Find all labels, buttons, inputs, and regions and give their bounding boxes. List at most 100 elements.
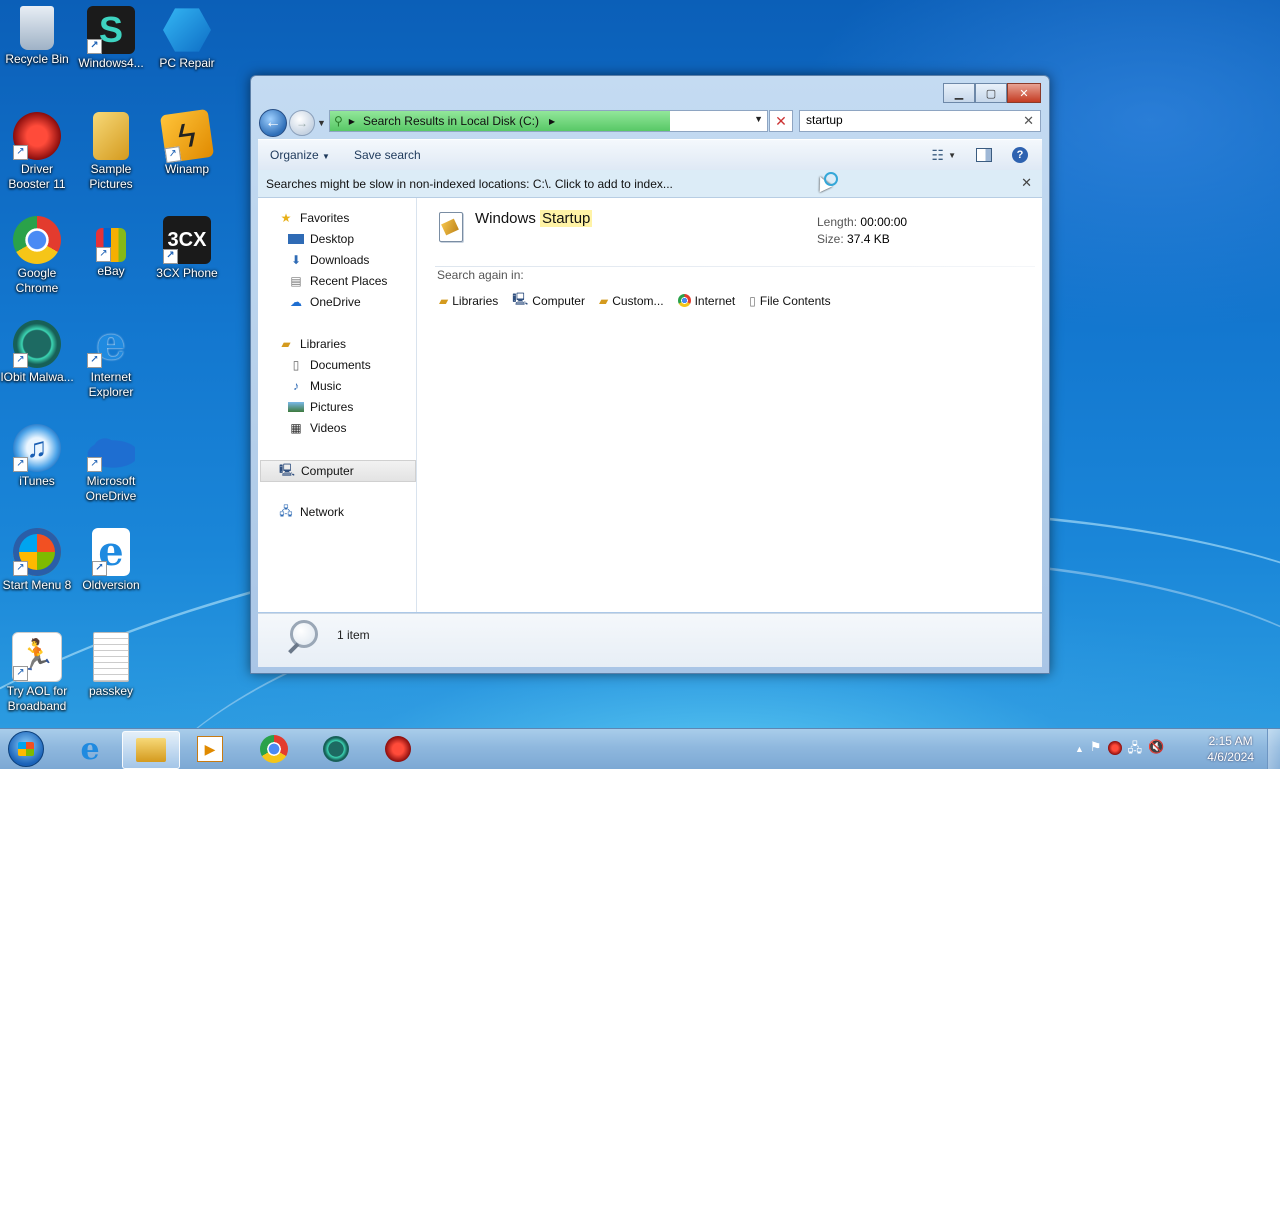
address-bar[interactable]: ⚲ ▶ Search Results in Local Disk (C:) ▶ … <box>329 110 768 132</box>
desktop-icon-winamp[interactable]: ϟ ↗ Winamp <box>150 108 224 177</box>
recycle-bin-icon <box>20 6 54 50</box>
desktop-icon-itunes[interactable]: ♫ ↗ iTunes <box>0 424 74 489</box>
arrow-right-icon: → <box>296 116 308 130</box>
desktop-icon-pc-repair[interactable]: PC Repair <box>150 6 224 71</box>
libraries-icon: ▰ <box>281 337 291 351</box>
breadcrumb-search-results[interactable]: Search Results in Local Disk (C:) <box>363 114 539 128</box>
desktop-icon-ebay[interactable]: ↗ eBay <box>74 216 148 279</box>
search-box[interactable]: ✕ <box>799 110 1041 132</box>
search-input[interactable] <box>800 111 1012 129</box>
nav-pictures[interactable]: Pictures <box>288 397 353 417</box>
taskbar: e ▶ ▲ ⚑ 🖧 🔇 2:15 AM 4/6/2024 <box>0 728 1280 769</box>
desktop-icon-onedrive[interactable]: ↗ Microsoft OneDrive <box>74 424 148 504</box>
nav-documents[interactable]: ▯ Documents <box>288 355 371 375</box>
item-count: 1 item <box>337 628 370 642</box>
stop-icon: ✕ <box>775 112 787 129</box>
start-button[interactable] <box>0 731 52 767</box>
index-info-bar[interactable]: Searches might be slow in non-indexed lo… <box>258 170 1042 198</box>
explorer-window: ▁ ▢ ✕ ← → ▼ ⚲ ▶ Search Results in Local … <box>250 75 1050 674</box>
maximize-icon: ▢ <box>985 87 997 100</box>
windows4-icon: S ↗ <box>87 6 135 54</box>
driver-booster-tray-icon[interactable] <box>1107 741 1122 755</box>
taskbar-google-chrome[interactable] <box>246 731 302 767</box>
desktop-icon-start-menu-8[interactable]: ↗ Start Menu 8 <box>0 528 74 593</box>
nav-videos[interactable]: ▦ Videos <box>288 418 346 438</box>
view-dropdown-icon[interactable]: ▼ <box>948 151 956 160</box>
action-center-flag-icon[interactable]: ⚑ <box>1090 739 1102 761</box>
caption-buttons: ▁ ▢ ✕ <box>943 83 1041 103</box>
show-hidden-icons-button[interactable]: ▲ <box>1075 739 1084 761</box>
desktop-icon-iobit[interactable]: ↗ IObit Malwa... <box>0 320 74 385</box>
nav-computer[interactable]: 🖳 Computer <box>260 460 416 482</box>
search-again-libraries[interactable]: ▰ Libraries <box>439 294 498 308</box>
recent-pages-dropdown[interactable]: ▼ <box>317 118 329 128</box>
stop-search-button[interactable]: ✕ <box>769 110 793 132</box>
recent-places-icon: ▤ <box>290 274 302 288</box>
search-again-computer[interactable]: 🖳 Computer <box>512 290 585 311</box>
taskbar-internet-explorer[interactable]: e <box>62 731 118 767</box>
search-again-file-contents[interactable]: ▯ File Contents <box>749 294 830 308</box>
internet-explorer-icon: e ↗ <box>87 320 135 368</box>
desktop-icon-sample-pictures[interactable]: Sample Pictures <box>74 112 148 192</box>
breadcrumb-chevron-icon[interactable]: ▶ <box>349 117 355 126</box>
volume-muted-icon[interactable]: 🔇 <box>1148 739 1164 761</box>
taskbar-driver-booster[interactable] <box>370 731 426 767</box>
cloud-icon: ☁ <box>290 295 302 309</box>
taskbar-clock[interactable]: 2:15 AM 4/6/2024 <box>1207 733 1254 765</box>
minimize-button[interactable]: ▁ <box>943 83 975 103</box>
save-search-button[interactable]: Save search <box>342 148 433 162</box>
nav-libraries[interactable]: ▰ Libraries <box>278 334 346 354</box>
nav-music[interactable]: ♪ Music <box>288 376 341 396</box>
desktop-icon-internet-explorer[interactable]: e ↗ Internet Explorer <box>74 320 148 400</box>
clear-search-icon[interactable]: ✕ <box>1023 113 1034 129</box>
close-button[interactable]: ✕ <box>1007 83 1041 103</box>
desktop-icon-aol[interactable]: 🏃 ↗ Try AOL for Broadband <box>0 632 74 714</box>
back-button[interactable]: ← <box>259 109 287 137</box>
windows-orb-icon <box>8 731 44 767</box>
minimize-icon: ▁ <box>954 87 964 100</box>
nav-favorites[interactable]: ★ Favorites <box>278 208 350 228</box>
mouse-cursor-busy-icon <box>813 172 838 193</box>
nav-network[interactable]: 🖧 Network <box>278 502 344 522</box>
pc-repair-icon <box>163 8 211 52</box>
desktop-icon-recycle-bin[interactable]: Recycle Bin <box>0 6 74 67</box>
desktop-icon-passkey[interactable]: passkey <box>74 632 148 699</box>
chrome-icon <box>260 735 288 763</box>
result-name: Windows <box>475 210 541 227</box>
start-menu-8-icon: ↗ <box>13 528 61 576</box>
file-contents-icon: ▯ <box>749 293 756 308</box>
show-desktop-button[interactable] <box>1267 729 1280 769</box>
taskbar-iobit[interactable] <box>308 731 364 767</box>
desktop-icon-google-chrome[interactable]: Google Chrome <box>0 216 74 296</box>
search-again-custom[interactable]: ▰ Custom... <box>599 294 664 308</box>
close-infobar-icon[interactable]: ✕ <box>1021 175 1032 191</box>
change-view-button[interactable]: ☷ <box>932 147 945 164</box>
desktop-icon-oldversion[interactable]: e ↗ Oldversion <box>74 528 148 593</box>
network-tray-icon[interactable]: 🖧 <box>1128 739 1143 761</box>
forward-button[interactable]: → <box>289 110 315 136</box>
aol-icon: 🏃 ↗ <box>12 632 62 682</box>
taskbar-media-player[interactable]: ▶ <box>182 731 238 767</box>
star-icon: ★ <box>280 211 292 225</box>
address-dropdown-icon[interactable]: ▼ <box>754 114 763 124</box>
nav-recent-places[interactable]: ▤ Recent Places <box>288 271 387 291</box>
iobit-malware-icon <box>323 736 349 762</box>
desktop-icon-3cx[interactable]: 3CX ↗ 3CX Phone <box>150 216 224 281</box>
iobit-malware-icon: ↗ <box>13 320 61 368</box>
search-again-internet[interactable]: Internet <box>677 294 735 308</box>
organize-button[interactable]: Organize ▼ <box>258 148 342 162</box>
maximize-button[interactable]: ▢ <box>975 83 1007 103</box>
result-item[interactable]: Windows Startup Length: 00:00:00 Size: 3… <box>435 208 975 256</box>
preview-pane-button[interactable] <box>976 148 992 162</box>
chrome-icon <box>13 216 61 264</box>
desktop-icon-windows4[interactable]: S ↗ Windows4... <box>74 6 148 71</box>
navigation-buttons: ← → ▼ <box>259 109 329 137</box>
text-file-icon <box>93 632 129 682</box>
help-button[interactable]: ? <box>1012 147 1028 163</box>
nav-downloads[interactable]: ⬇ Downloads <box>288 250 369 270</box>
taskbar-windows-explorer[interactable] <box>122 731 180 769</box>
desktop-icon-driver-booster[interactable]: ↗ Driver Booster 11 <box>0 112 74 192</box>
nav-desktop[interactable]: Desktop <box>288 229 354 249</box>
breadcrumb-chevron-icon[interactable]: ▶ <box>549 117 555 126</box>
nav-onedrive[interactable]: ☁ OneDrive <box>288 292 361 312</box>
